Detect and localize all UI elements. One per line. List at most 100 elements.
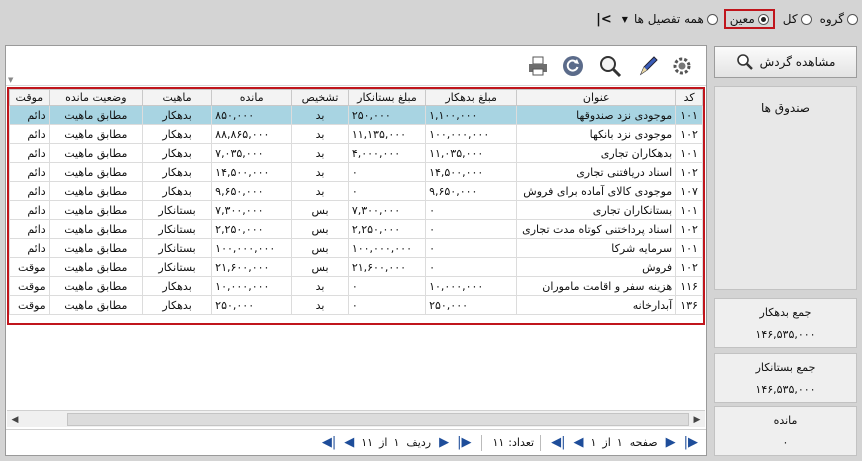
first-page-button[interactable]: |< xyxy=(596,12,612,27)
view-turnover-button[interactable]: مشاهده گردش xyxy=(714,46,857,78)
cell-credit: ۱۱,۱۳۵,۰۰۰ xyxy=(347,124,427,144)
cell-code: ۱۰۱ xyxy=(675,200,703,220)
table-row[interactable]: ۱۰۷ موجودی کالای آماده برای فروش ۹,۶۵۰,۰۰۰… xyxy=(9,181,703,201)
cell-code: ۱۰۱ xyxy=(675,238,703,258)
scroll-left-icon[interactable]: ◀ xyxy=(9,413,21,426)
cell-credit: ۰ xyxy=(347,295,427,315)
col-header[interactable]: موقت xyxy=(9,89,50,106)
search-icon xyxy=(736,54,753,70)
cell-balance-status: مطابق ماهیت xyxy=(48,143,143,163)
page-first-icon[interactable]: ▶| xyxy=(684,435,698,450)
col-header[interactable]: کد xyxy=(675,89,703,106)
row-next-icon[interactable]: ◀ xyxy=(344,435,354,450)
cell-permanence: موقت xyxy=(9,257,50,277)
side-list-item[interactable]: صندوق ها xyxy=(715,101,856,115)
page-last-icon[interactable]: |◀ xyxy=(551,435,565,450)
table-row[interactable]: ۱۰۱ موجودی نزد صندوقها ۱,۱۰۰,۰۰۰ ۲۵۰,۰۰۰ بد ۸… xyxy=(9,105,703,125)
cell-permanence: دائم xyxy=(9,105,50,125)
cell-balance: ۲۵۰,۰۰۰ xyxy=(211,295,293,315)
dropdown-arrow-icon[interactable]: ▼ xyxy=(622,15,628,24)
edit-pen-icon[interactable] xyxy=(634,52,662,80)
scroll-right-icon[interactable]: ▶ xyxy=(691,413,703,426)
pager-divider xyxy=(481,434,483,451)
cell-title: فروش xyxy=(516,257,677,277)
table-row[interactable]: ۱۳۶ آبدارخانه ۲۵۰,۰۰۰ ۰ بد ۲۵۰,۰۰۰ بدهکار مطابق… xyxy=(9,295,703,315)
cell-title: موجودی نزد صندوقها xyxy=(516,105,677,125)
col-header[interactable]: ماهیت xyxy=(141,89,213,106)
count-label: تعداد: xyxy=(508,436,535,449)
cell-debit: ۰ xyxy=(425,238,518,258)
sort-indicator-icon: ▼ xyxy=(8,76,14,84)
level-radio-group: گروه کل معین همه تفصیل ها ▼ |< xyxy=(596,8,858,30)
sum-credit-box: جمع بستانکار ۱۴۶,۵۳۵,۰۰۰ xyxy=(714,353,857,403)
col-header[interactable]: وضعیت مانده xyxy=(48,89,143,106)
cell-balance-status: مطابق ماهیت xyxy=(48,162,143,182)
sum-debit-box: جمع بدهکار ۱۴۶,۵۳۵,۰۰۰ xyxy=(714,298,857,348)
cell-credit: ۴,۰۰۰,۰۰۰ xyxy=(347,143,427,163)
radio-moein[interactable]: معین xyxy=(723,9,775,29)
radio-label-moein: معین xyxy=(729,12,755,26)
cell-permanence: دائم xyxy=(9,181,50,201)
cell-balance-status: مطابق ماهیت xyxy=(48,219,143,239)
settings-icon[interactable] xyxy=(668,52,696,80)
table-row[interactable]: ۱۰۱ بستانکاران تجاری ۰ ۷,۳۰۰,۰۰۰ بس ۷,۳۰۰,۰۰۰… xyxy=(9,200,703,220)
col-header[interactable]: مبلغ بدهکار xyxy=(425,89,518,106)
cell-nature: بدهکار xyxy=(141,181,213,201)
cell-code: ۱۰۲ xyxy=(675,257,703,277)
cell-code: ۱۰۱ xyxy=(675,105,703,125)
col-header[interactable]: تشخیص xyxy=(291,89,349,106)
sum-credit-value: ۱۴۶,۵۳۵,۰۰۰ xyxy=(755,383,816,396)
cell-type: بد xyxy=(291,105,349,125)
cell-debit: ۰ xyxy=(425,257,518,277)
table-row[interactable]: ۱۰۱ بدهکاران تجاری ۱۱,۰۳۵,۰۰۰ ۴,۰۰۰,۰۰۰ بد ۷,… xyxy=(9,143,703,163)
col-header[interactable]: مانده xyxy=(211,89,293,106)
table-row[interactable]: ۱۰۲ اسناد پرداختنی کوتاه مدت تجاری ۰ ۲,۲۵۰,… xyxy=(9,219,703,239)
col-header[interactable]: مبلغ بستانکار xyxy=(347,89,427,106)
col-header[interactable]: عنوان xyxy=(516,89,677,106)
table-row[interactable]: ۱۰۲ اسناد دریافتنی تجاری ۱۴,۵۰۰,۰۰۰ ۰ بد ۱۴,۵… xyxy=(9,162,703,182)
page-of: از xyxy=(602,436,611,449)
cell-credit: ۷,۳۰۰,۰۰۰ xyxy=(347,200,427,220)
cell-credit: ۰ xyxy=(347,181,427,201)
horizontal-scrollbar[interactable]: ◀ ▶ xyxy=(7,410,705,427)
scroll-thumb[interactable] xyxy=(67,413,689,426)
table-row[interactable]: ۱۰۲ فروش ۰ ۲۱,۶۰۰,۰۰۰ بس ۲۱,۶۰۰,۰۰۰ بستانکار مط… xyxy=(9,257,703,277)
cell-credit: ۲۵۰,۰۰۰ xyxy=(347,105,427,125)
radio-all-details[interactable]: همه تفصیل ها xyxy=(634,12,718,26)
table-row[interactable]: ۱۱۶ هزینه سفر و اقامت ماموران ۱۰,۰۰۰,۰۰۰ ۰ ب… xyxy=(9,276,703,296)
radio-kol[interactable]: کل xyxy=(783,12,812,26)
table-row[interactable]: ۱۰۲ موجودی نزد بانکها ۱۰۰,۰۰۰,۰۰۰ ۱۱,۱۳۵,۰۰… xyxy=(9,124,703,144)
cell-balance: ۷,۳۰۰,۰۰۰ xyxy=(211,200,293,220)
row-label: ردیف xyxy=(406,436,432,449)
print-icon[interactable] xyxy=(524,52,552,80)
page-current: ۱ xyxy=(616,436,623,449)
row-last-icon[interactable]: |◀ xyxy=(322,435,336,450)
top-filter-bar: گروه کل معین همه تفصیل ها ▼ |< xyxy=(0,0,862,38)
page-prev-icon[interactable]: ▶ xyxy=(666,435,676,450)
table-row[interactable]: ۱۰۱ سرمایه شرکا ۰ ۱۰۰,۰۰۰,۰۰۰ بس ۱۰۰,۰۰۰,۰۰۰ ب… xyxy=(9,238,703,258)
cell-credit: ۰ xyxy=(347,162,427,182)
page-next-icon[interactable]: ◀ xyxy=(573,435,583,450)
radio-group-level[interactable]: گروه xyxy=(820,12,858,26)
cell-credit: ۲۱,۶۰۰,۰۰۰ xyxy=(347,257,427,277)
cell-permanence: دائم xyxy=(9,143,50,163)
row-prev-icon[interactable]: ▶ xyxy=(439,435,449,450)
cell-nature: بستانکار xyxy=(141,257,213,277)
balance-value: ۰ xyxy=(782,436,789,449)
radio-label-all-details: همه تفصیل ها xyxy=(633,12,704,26)
cell-permanence: موقت xyxy=(9,276,50,296)
cell-type: بد xyxy=(291,162,349,182)
radio-label-kol: کل xyxy=(782,12,798,26)
search-icon[interactable] xyxy=(596,52,624,80)
radio-dot-icon xyxy=(800,13,812,25)
row-current: ۱ xyxy=(393,436,400,449)
cell-debit: ۱۰۰,۰۰۰,۰۰۰ xyxy=(425,124,518,144)
accounts-table: کد عنوان مبلغ بدهکار مبلغ بستانکار تشخیص… xyxy=(9,89,703,315)
cell-code: ۱۰۲ xyxy=(675,219,703,239)
cell-balance: ۱۰,۰۰۰,۰۰۰ xyxy=(211,276,293,296)
row-first-icon[interactable]: ▶| xyxy=(457,435,471,450)
cell-debit: ۰ xyxy=(425,200,518,220)
refresh-icon[interactable] xyxy=(559,52,587,80)
sum-debit-value: ۱۴۶,۵۳۵,۰۰۰ xyxy=(755,328,816,341)
page-label: صفحه xyxy=(629,436,658,449)
